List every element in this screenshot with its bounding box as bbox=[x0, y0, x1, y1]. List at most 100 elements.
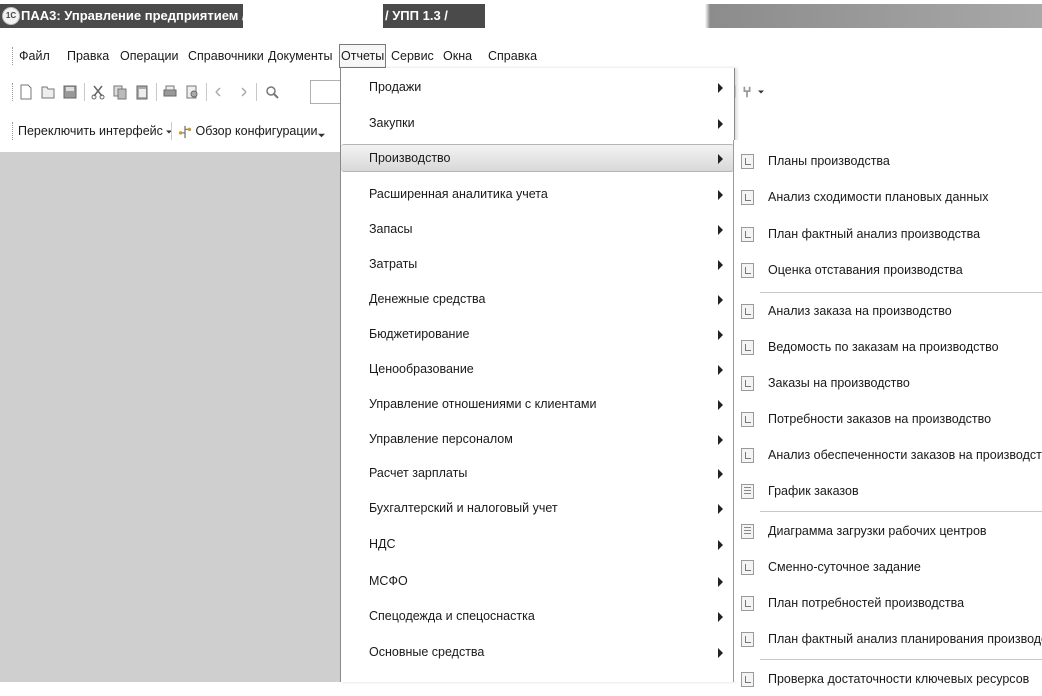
workspace-area bbox=[0, 152, 340, 682]
tree-icon bbox=[178, 125, 192, 138]
report-icon bbox=[741, 448, 754, 463]
copy-icon[interactable] bbox=[112, 84, 128, 100]
title-bar: 1С ПАА3: Управление предприятием / / УПП… bbox=[0, 0, 1042, 30]
report-icon bbox=[741, 263, 754, 278]
menu-item-cash[interactable]: Денежные средства bbox=[341, 286, 734, 314]
submenu-item-production-lag[interactable]: Оценка отставания производства bbox=[734, 255, 1042, 287]
search-icon[interactable] bbox=[264, 84, 280, 100]
menu-item-ifrs[interactable]: МСФО bbox=[341, 568, 734, 596]
menu-item-vat[interactable]: НДС bbox=[341, 531, 734, 559]
menu-file[interactable]: Файл bbox=[18, 44, 51, 68]
title-bar-gradient bbox=[485, 4, 1042, 28]
menu-reports[interactable]: Отчеты bbox=[339, 44, 387, 68]
toolbar-grip-icon bbox=[12, 83, 15, 101]
submenu-arrow-icon bbox=[718, 330, 723, 340]
report-icon bbox=[741, 596, 754, 611]
undo-icon[interactable] bbox=[212, 84, 228, 100]
submenu-arrow-icon bbox=[718, 540, 723, 550]
switch-interface-button[interactable]: Переключить интерфейс bbox=[18, 122, 173, 140]
title-redaction bbox=[243, 4, 383, 28]
submenu-item-order-analysis[interactable]: Анализ заказа на производство bbox=[734, 296, 1042, 328]
submenu-item-order-needs[interactable]: Потребности заказов на производство bbox=[734, 404, 1042, 436]
reports-dropdown-menu: Продажи Закупки Производство Расширенная… bbox=[340, 68, 735, 682]
menu-separator bbox=[760, 511, 1042, 512]
submenu-arrow-icon bbox=[718, 225, 723, 235]
window-title-suffix: / УПП 1.3 / bbox=[385, 8, 448, 23]
submenu-item-production-plans[interactable]: Планы производства bbox=[734, 146, 1042, 178]
menu-grip-icon bbox=[12, 47, 15, 65]
tools-icon[interactable] bbox=[740, 84, 754, 100]
config-overview-label: Обзор конфигурации bbox=[195, 124, 318, 138]
menu-item-budgeting[interactable]: Бюджетирование bbox=[341, 321, 734, 349]
submenu-item-plan-fact-planning[interactable]: План фактный анализ планирования произво… bbox=[734, 624, 1042, 656]
menu-item-pricing[interactable]: Ценообразование bbox=[341, 356, 734, 384]
menu-documents[interactable]: Документы bbox=[267, 44, 333, 68]
report-icon bbox=[741, 672, 754, 687]
menu-help[interactable]: Справка bbox=[487, 44, 538, 68]
report-icon bbox=[741, 340, 754, 355]
print-icon[interactable] bbox=[162, 84, 178, 100]
submenu-item-plan-fact-production[interactable]: План фактный анализ производства bbox=[734, 219, 1042, 251]
menu-bar: Файл Правка Операции Справочники Докумен… bbox=[0, 44, 1042, 68]
submenu-arrow-icon bbox=[718, 648, 723, 658]
toolbar-separator bbox=[256, 83, 257, 101]
submenu-item-orders-statement[interactable]: Ведомость по заказам на производство bbox=[734, 332, 1042, 364]
menu-separator bbox=[760, 659, 1042, 660]
menu-service[interactable]: Сервис bbox=[390, 44, 435, 68]
menu-item-accounting[interactable]: Бухгалтерский и налоговый учет bbox=[341, 495, 734, 523]
toolbar-separator bbox=[156, 83, 157, 101]
submenu-arrow-icon bbox=[718, 577, 723, 587]
report-icon bbox=[741, 632, 754, 647]
paste-icon[interactable] bbox=[134, 84, 150, 100]
standard-toolbar bbox=[0, 80, 340, 104]
submenu-arrow-icon bbox=[718, 154, 723, 164]
report-icon bbox=[741, 304, 754, 319]
chevron-down-icon[interactable] bbox=[318, 132, 325, 139]
submenu-item-plan-convergence[interactable]: Анализ сходимости плановых данных bbox=[734, 182, 1042, 214]
report-icon bbox=[741, 190, 754, 205]
menu-edit[interactable]: Правка bbox=[66, 44, 110, 68]
submenu-item-key-resources-check[interactable]: Проверка достаточности ключевых ресурсов bbox=[734, 664, 1042, 696]
menu-item-costs[interactable]: Затраты bbox=[341, 251, 734, 279]
switch-interface-label: Переключить интерфейс bbox=[18, 124, 163, 138]
report-icon bbox=[741, 227, 754, 242]
menu-item-extended-analytics[interactable]: Расширенная аналитика учета bbox=[341, 181, 734, 209]
submenu-item-workcenter-load[interactable]: Диаграмма загрузки рабочих центров bbox=[734, 516, 1042, 548]
menu-item-hr[interactable]: Управление персоналом bbox=[341, 426, 734, 454]
diagram-icon bbox=[741, 524, 754, 539]
submenu-arrow-icon bbox=[718, 612, 723, 622]
menu-item-purchases[interactable]: Закупки bbox=[341, 110, 734, 138]
menu-operations[interactable]: Операции bbox=[119, 44, 179, 68]
chevron-down-icon[interactable] bbox=[757, 89, 764, 95]
redo-icon[interactable] bbox=[234, 84, 250, 100]
toolbar-grip-icon bbox=[12, 122, 15, 140]
menu-catalogs[interactable]: Справочники bbox=[187, 44, 265, 68]
menu-separator bbox=[760, 292, 1042, 293]
menu-item-payroll[interactable]: Расчет зарплаты bbox=[341, 460, 734, 488]
open-icon[interactable] bbox=[40, 84, 56, 100]
toolbar-separator bbox=[206, 83, 207, 101]
production-submenu: Планы производства Анализ сходимости пла… bbox=[733, 140, 1042, 687]
menu-item-production[interactable]: Производство bbox=[341, 144, 734, 172]
submenu-item-production-needs-plan[interactable]: План потребностей производства bbox=[734, 588, 1042, 620]
toolbar-tail: | bbox=[733, 83, 764, 100]
submenu-arrow-icon bbox=[718, 190, 723, 200]
app-logo-icon: 1С bbox=[2, 7, 20, 25]
new-document-icon[interactable] bbox=[18, 84, 34, 100]
submenu-item-order-provision[interactable]: Анализ обеспеченности заказов на произво… bbox=[734, 440, 1042, 472]
config-overview-button[interactable]: Обзор конфигурации bbox=[178, 122, 318, 140]
cut-icon[interactable] bbox=[90, 84, 106, 100]
submenu-item-shift-task[interactable]: Сменно-суточное задание bbox=[734, 552, 1042, 584]
menu-item-fixed-assets[interactable]: Основные средства bbox=[341, 639, 734, 667]
menu-item-inventory[interactable]: Запасы bbox=[341, 216, 734, 244]
search-input[interactable] bbox=[310, 80, 343, 104]
print-preview-icon[interactable] bbox=[184, 84, 200, 100]
menu-item-sales[interactable]: Продажи bbox=[341, 74, 734, 102]
menu-item-workwear[interactable]: Спецодежда и спецоснастка bbox=[341, 603, 734, 631]
submenu-item-production-orders[interactable]: Заказы на производство bbox=[734, 368, 1042, 400]
interface-toolbar: Переключить интерфейс Обзор конфигурации bbox=[0, 118, 340, 144]
menu-windows[interactable]: Окна bbox=[442, 44, 473, 68]
save-icon[interactable] bbox=[62, 84, 78, 100]
menu-item-crm[interactable]: Управление отношениями с клиентами bbox=[341, 391, 734, 419]
submenu-item-order-schedule[interactable]: График заказов bbox=[734, 476, 1042, 508]
